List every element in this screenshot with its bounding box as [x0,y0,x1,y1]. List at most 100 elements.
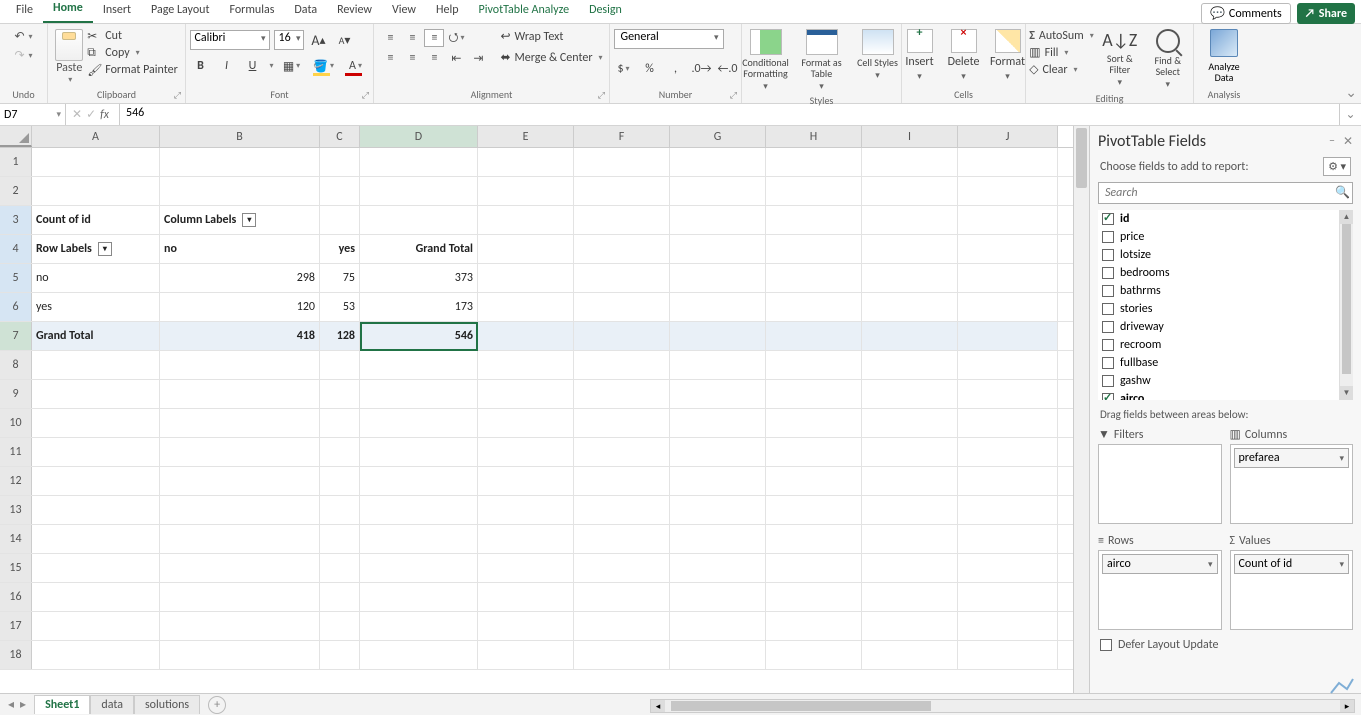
clipboard-dialog-launcher[interactable]: ⤢ [174,90,181,101]
cell-B3[interactable]: Column Labels▾ [160,206,320,234]
fields-scrollbar[interactable]: ▲▼ [1339,210,1353,400]
cell-J2[interactable] [958,177,1058,205]
cell-G13[interactable] [670,496,766,524]
row-header-7[interactable]: 7 [0,322,32,350]
cell-A13[interactable] [32,496,160,524]
cell-G11[interactable] [670,438,766,466]
conditional-formatting-button[interactable]: Conditional Formatting▾ [740,29,792,92]
cell-I1[interactable] [862,148,958,176]
field-stories[interactable]: stories [1120,302,1152,316]
cell-F5[interactable] [574,264,670,292]
cell-H14[interactable] [766,525,862,553]
row-header-9[interactable]: 9 [0,380,32,408]
align-center-button[interactable]: ≡ [402,49,422,67]
name-box[interactable]: D7 ▾ [0,104,66,125]
cell-F10[interactable] [574,409,670,437]
collapse-ribbon-button[interactable]: ⌄ [1345,84,1357,101]
cell-G9[interactable] [670,380,766,408]
row-header-11[interactable]: 11 [0,438,32,466]
row-header-14[interactable]: 14 [0,525,32,553]
menu-file[interactable]: File [6,0,43,23]
columns-chip-prefarea[interactable]: prefarea▾ [1234,448,1350,468]
cell-C2[interactable] [320,177,360,205]
cell-I4[interactable] [862,235,958,263]
hscroll-left[interactable]: ◂ [651,700,665,712]
cell-G6[interactable] [670,293,766,321]
row-header-13[interactable]: 13 [0,496,32,524]
cell-E10[interactable] [478,409,574,437]
field-chk-stories[interactable] [1102,303,1114,315]
cell-F15[interactable] [574,554,670,582]
cell-B6[interactable]: 120 [160,293,320,321]
field-price[interactable]: price [1120,230,1144,244]
cell-G17[interactable] [670,612,766,640]
expand-formula-bar-button[interactable]: ⌄ [1339,104,1361,125]
cell-F3[interactable] [574,206,670,234]
cell-J18[interactable] [958,641,1058,669]
cell-A17[interactable] [32,612,160,640]
cell-A4[interactable]: Row Labels▾ [32,235,160,263]
cell-C6[interactable]: 53 [320,293,360,321]
cell-H6[interactable] [766,293,862,321]
col-header-F[interactable]: F [574,126,670,147]
cell-F18[interactable] [574,641,670,669]
cell-B5[interactable]: 298 [160,264,320,292]
row-labels-dropdown[interactable]: ▾ [98,242,112,256]
cell-F2[interactable] [574,177,670,205]
cell-E13[interactable] [478,496,574,524]
col-header-G[interactable]: G [670,126,766,147]
delete-cells-button[interactable]: Delete▾ [944,29,984,82]
cell-J11[interactable] [958,438,1058,466]
cell-D5[interactable]: 373 [360,264,478,292]
values-chip-countid[interactable]: Count of id▾ [1234,554,1350,574]
cell-D4[interactable]: Grand Total [360,235,478,263]
tab-nav-first[interactable]: ◂ [8,697,14,712]
hscroll-thumb[interactable] [671,701,931,711]
cell-H2[interactable] [766,177,862,205]
align-bottom-button[interactable]: ≡ [424,29,444,47]
cell-A7[interactable]: Grand Total [32,322,160,350]
cell-B7[interactable]: 418 [160,322,320,350]
filters-box[interactable] [1098,444,1222,524]
fill-button[interactable]: ▥Fill▾ [1029,45,1094,60]
italic-button[interactable]: I [216,55,238,77]
cell-E4[interactable] [478,235,574,263]
menu-view[interactable]: View [382,0,426,23]
cell-C4[interactable]: yes [320,235,360,263]
cell-J9[interactable] [958,380,1058,408]
cell-D10[interactable] [360,409,478,437]
cell-A6[interactable]: yes [32,293,160,321]
field-gashw[interactable]: gashw [1120,374,1151,388]
menu-home[interactable]: Home [43,0,93,23]
decrease-font-button[interactable]: A▾ [334,29,356,51]
increase-decimal-button[interactable]: .0→ [692,59,712,79]
row-header-16[interactable]: 16 [0,583,32,611]
cell-styles-button[interactable]: Cell Styles▾ [852,29,904,81]
row-header-17[interactable]: 17 [0,612,32,640]
font-name-select[interactable]: Calibri [190,30,270,50]
field-recroom[interactable]: recroom [1120,338,1161,352]
col-header-J[interactable]: J [958,126,1058,147]
cell-B12[interactable] [160,467,320,495]
cell-C11[interactable] [320,438,360,466]
fields-scroll-thumb[interactable] [1342,224,1351,374]
cell-J4[interactable] [958,235,1058,263]
clear-button[interactable]: ◇Clear▾ [1029,62,1094,77]
cell-I16[interactable] [862,583,958,611]
col-header-E[interactable]: E [478,126,574,147]
cell-I5[interactable] [862,264,958,292]
cell-E18[interactable] [478,641,574,669]
format-painter-button[interactable]: 🖌Format Painter [87,63,178,77]
cell-H8[interactable] [766,351,862,379]
fx-icon[interactable]: fx [100,108,113,122]
cell-H16[interactable] [766,583,862,611]
cell-G7[interactable] [670,322,766,350]
cell-E1[interactable] [478,148,574,176]
field-driveway[interactable]: driveway [1120,320,1164,334]
column-labels-dropdown[interactable]: ▾ [242,213,256,227]
cell-C9[interactable] [320,380,360,408]
redo-button[interactable]: ↷▾ [14,48,32,63]
menu-pivottable-analyze[interactable]: PivotTable Analyze [469,0,580,23]
vertical-scrollbar[interactable] [1073,126,1089,701]
field-id[interactable]: id [1120,212,1129,226]
